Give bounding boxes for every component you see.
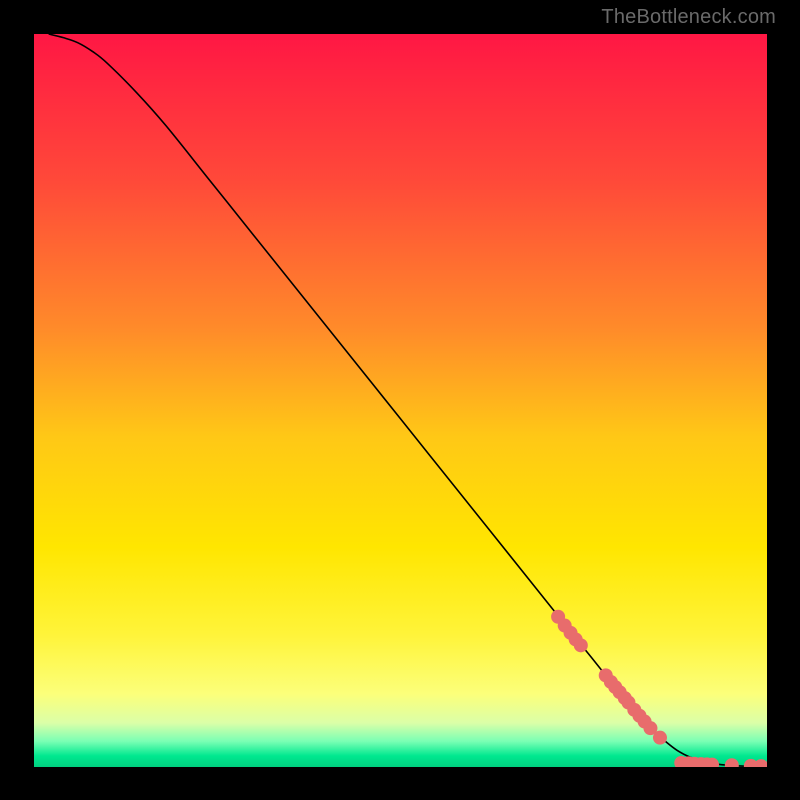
bottleneck-chart [34, 34, 767, 767]
attribution-text: TheBottleneck.com [601, 6, 776, 29]
data-point [574, 638, 588, 652]
data-point [653, 731, 667, 745]
plot-background [34, 34, 767, 767]
chart-frame: TheBottleneck.com [0, 0, 800, 800]
